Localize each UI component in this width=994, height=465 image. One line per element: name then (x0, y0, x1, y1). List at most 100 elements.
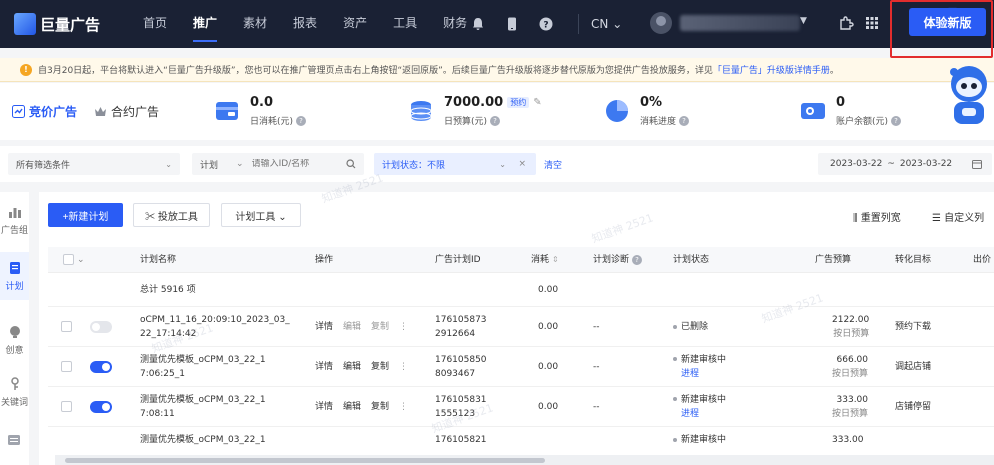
plan-id: 176105873 2912664 (435, 307, 487, 346)
date-range-picker[interactable]: 2023-03-22 ~ 2023-03-22 (818, 153, 992, 175)
horizontal-scrollbar[interactable] (55, 455, 994, 465)
puzzle-icon[interactable] (838, 15, 854, 31)
stat-daily-spend: 0.0 日消耗(元)? (212, 95, 307, 127)
notice-tail: 。 (829, 66, 839, 76)
plan-name[interactable]: oCPM_11_16_20:09:10_2023_03_ 22_17:14:42 (140, 307, 290, 346)
status-dot (673, 324, 677, 329)
progress-link[interactable]: 进程 (681, 407, 699, 421)
custom-columns-button[interactable]: ☰ 自定义列 (932, 209, 984, 224)
delivery-tools-button[interactable]: ✂ 投放工具 (133, 203, 210, 227)
help-icon[interactable]: ? (891, 115, 902, 126)
avatar[interactable] (650, 12, 672, 34)
table-header: ⌄ 计划名称 操作 广告计划ID 消耗 ⇕ 计划诊断? 计划状态 广告预算 转化目… (48, 247, 994, 273)
language-selector[interactable]: CN ⌄ (578, 14, 622, 34)
nav-item-promotion[interactable]: 推广 (180, 0, 230, 48)
table-row[interactable]: oCPM_11_16_20:09:10_2023_03_ 22_17:14:42 … (48, 307, 994, 347)
progress-link[interactable]: 进程 (681, 367, 699, 381)
tab-contract-ads[interactable]: 合约广告 (94, 103, 159, 120)
help-icon[interactable]: ? (632, 254, 643, 265)
account-name-redacted[interactable] (680, 15, 800, 31)
sidebar-item-plans[interactable]: 计划 (0, 252, 29, 300)
detail-link[interactable]: 详情 (315, 400, 333, 414)
detail-link[interactable]: 详情 (315, 320, 333, 334)
edit-link[interactable]: 编辑 (343, 320, 361, 334)
plan-search-type[interactable]: 计划 (200, 158, 218, 171)
account-caret-icon[interactable]: ▼ (800, 16, 807, 26)
row-toggle[interactable] (90, 347, 112, 386)
status-dot (673, 397, 677, 401)
plan-search-input[interactable] (251, 159, 332, 169)
sidebar-item-creatives[interactable]: 创意 (0, 316, 29, 364)
grid-icon[interactable] (864, 15, 880, 31)
plan-status-filter-chip[interactable]: 计划状态：不限 ⌄ × (374, 153, 536, 175)
plan-budget-type: 按日预算 (832, 408, 869, 419)
plan-budget-value: 666.00 (836, 354, 869, 365)
help-icon[interactable]: ? (490, 115, 501, 126)
columns-icon: ⫼ (853, 213, 858, 224)
all-filter-conditions-select[interactable]: 所有筛选条件 ⌄ (8, 153, 180, 175)
copy-link[interactable]: 复制 (371, 320, 389, 334)
daily-spend-label: 日消耗(元) (250, 117, 294, 127)
nav-item-reports[interactable]: 报表 (280, 0, 330, 48)
help-icon[interactable]: ? (296, 115, 307, 126)
bulb-icon (9, 325, 20, 338)
select-all-checkbox[interactable]: ⌄ (63, 247, 85, 272)
notice-next-link[interactable]: 下一 (948, 5, 966, 18)
bell-icon[interactable] (470, 16, 486, 32)
plan-name[interactable]: 测量优先模板_oCPM_03_22_1 7:06:25_1 (140, 347, 266, 386)
phone-icon[interactable] (504, 16, 520, 32)
brand-logo[interactable]: 巨量广告 (14, 13, 114, 35)
pie-chart-icon (606, 100, 628, 122)
plan-name[interactable]: 测量优先模板_oCPM_03_22_1 7:08:11 (140, 387, 266, 426)
row-toggle[interactable] (90, 387, 112, 426)
scrollbar-thumb[interactable] (65, 458, 545, 463)
plan-id-line1: 176105821 (435, 435, 487, 445)
sort-icon[interactable]: ⇕ (552, 253, 559, 267)
table-row[interactable]: 测量优先模板_oCPM_03_22_1 7:08:11 详情 编辑 复制 ⋮ 17610… (48, 387, 994, 427)
date-end: 2023-03-22 (899, 159, 953, 169)
nav-item-materials[interactable]: 素材 (230, 0, 280, 48)
row-checkbox[interactable] (61, 387, 72, 426)
row-toggle[interactable] (90, 307, 112, 346)
nav-item-home[interactable]: 首页 (130, 0, 180, 48)
new-plan-button[interactable]: +新建计划 (48, 203, 123, 227)
date-start: 2023-03-22 (830, 159, 883, 169)
plan-tools-dropdown[interactable]: 计划工具 ⌄ (221, 203, 301, 227)
close-icon[interactable]: × (518, 159, 526, 169)
help-icon[interactable]: ? (538, 16, 554, 32)
reset-column-width-button[interactable]: ⫼ 重置列宽 (853, 209, 901, 224)
edit-link[interactable]: 编辑 (343, 400, 361, 414)
copy-link[interactable]: 复制 (371, 400, 389, 414)
detail-link[interactable]: 详情 (315, 360, 333, 374)
plan-id-line1: 176105873 (435, 314, 487, 325)
copy-link[interactable]: 复制 (371, 360, 389, 374)
nav-item-assets[interactable]: 资产 (330, 0, 380, 48)
row-checkbox[interactable] (61, 347, 72, 386)
more-ops-icon[interactable]: ⋮ (399, 360, 408, 374)
plan-name-line1: 测量优先模板_oCPM_03_22_1 (140, 435, 266, 445)
svg-text:?: ? (543, 21, 548, 31)
notice-link[interactable]: 「巨量广告」升级版详情手册 (713, 63, 830, 76)
sidebar-item-ad-groups[interactable]: 广告组 (0, 196, 29, 244)
more-icon[interactable] (8, 435, 20, 445)
edit-icon[interactable]: ✎ (533, 97, 541, 108)
stat-balance: 0 账户余额(元)? (798, 95, 902, 127)
tab-bidding-ads[interactable]: 竞价广告 (12, 103, 77, 120)
tools-icon: ✂ (145, 211, 156, 223)
nav-item-tools[interactable]: 工具 (380, 0, 430, 48)
plan-diagnosis: -- (593, 361, 600, 372)
table-row[interactable]: 测量优先模板_oCPM_03_22_1 7:06:25_1 详情 编辑 复制 ⋮ 176… (48, 347, 994, 387)
chevron-down-icon: ⌄ (165, 159, 172, 169)
more-ops-icon[interactable]: ⋮ (399, 320, 408, 334)
plan-budget-type: 按日预算 (833, 328, 870, 339)
search-icon[interactable] (346, 159, 356, 169)
more-ops-icon[interactable]: ⋮ (399, 400, 408, 414)
row-checkbox[interactable] (61, 307, 72, 346)
mascot-robot-icon[interactable] (944, 60, 994, 130)
card-icon (801, 103, 825, 119)
sidebar-item-keywords[interactable]: 关键词 (0, 368, 29, 416)
edit-link[interactable]: 编辑 (343, 360, 361, 374)
col-cost[interactable]: 消耗 ⇕ (531, 247, 559, 272)
clear-filters-link[interactable]: 清空 (544, 158, 562, 171)
help-icon[interactable]: ? (679, 115, 690, 126)
